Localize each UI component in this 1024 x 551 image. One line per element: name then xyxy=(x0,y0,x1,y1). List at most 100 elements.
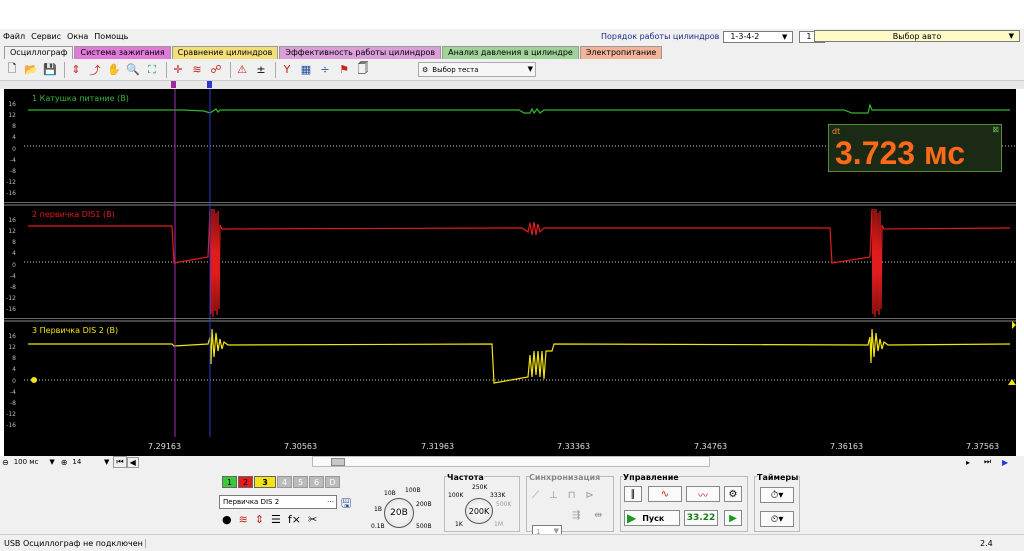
chevron-down-icon: ▼ xyxy=(1008,32,1014,40)
x-tick: 7.30563 xyxy=(284,442,318,451)
dt-value: 3.723 мс xyxy=(835,135,966,171)
prev-page-icon[interactable]: ◀ xyxy=(126,456,139,468)
math-function-icon[interactable]: f× xyxy=(288,513,301,526)
frequency-label: 1K xyxy=(455,521,463,528)
waves-icon[interactable]: ≋ xyxy=(189,62,205,78)
channel-button-6[interactable]: 6 xyxy=(309,476,324,488)
calibrate-icon[interactable]: ⚠ xyxy=(234,62,250,78)
auto-settings-icon[interactable]: ⚙ xyxy=(724,486,742,502)
y-tick: -16 xyxy=(6,306,16,313)
menu-service[interactable]: Сервис xyxy=(28,32,64,41)
x-tick: 7.34763 xyxy=(694,442,728,451)
hand-pan-icon[interactable]: ✋ xyxy=(106,62,122,78)
page-icon[interactable]: 🗍 xyxy=(355,62,371,78)
frequency-knob[interactable]: 200K xyxy=(465,498,493,524)
y-tick: 0 xyxy=(12,378,16,385)
menu-file[interactable]: Файл xyxy=(0,32,28,41)
voltage-label: 500В xyxy=(416,523,432,530)
cursor-cross-icon[interactable]: ✛ xyxy=(170,62,186,78)
car-select[interactable]: Выбор авто ▼ xyxy=(814,30,1020,42)
close-icon[interactable]: ⊠ xyxy=(992,125,999,134)
zoom-icon[interactable]: 🔍 xyxy=(125,62,141,78)
sync-shift-icon[interactable]: ⇹ xyxy=(594,510,602,521)
trigger-edit-icon[interactable]: ⤴ xyxy=(87,62,103,78)
pulse-icon[interactable]: ⊓ xyxy=(568,490,576,501)
play-icon: ▶ xyxy=(627,511,637,525)
cursor-b-marker[interactable] xyxy=(207,81,212,88)
first-page-icon[interactable]: ⏮ xyxy=(113,456,127,468)
channel-button-3[interactable]: 3 xyxy=(254,476,276,488)
frequency-label: 1M xyxy=(494,521,503,528)
channel-buttons: 123456D xyxy=(222,476,341,488)
save-icon[interactable]: 💾 xyxy=(42,62,58,78)
marker-icon[interactable]: ⚑ xyxy=(336,62,352,78)
y-tick: -4 xyxy=(10,273,16,280)
y-tick: -16 xyxy=(6,422,16,429)
x-tick: 7.37563 xyxy=(966,442,1000,451)
compare-icon[interactable]: ☍ xyxy=(208,62,224,78)
more-icon[interactable]: … xyxy=(327,496,334,504)
channel-name-field[interactable]: Первичка DIS 2 … xyxy=(219,495,337,509)
y-tick: -8 xyxy=(10,400,16,407)
falling-edge-icon[interactable]: ⊥ xyxy=(549,490,558,501)
menu-help[interactable]: Помощь xyxy=(91,32,131,41)
y-tick: -8 xyxy=(10,168,16,175)
y-tick: -4 xyxy=(10,389,16,396)
auto-sync-icon[interactable]: ⊳ xyxy=(586,490,594,501)
pause-icon[interactable]: ∥ xyxy=(624,486,642,502)
y-tick: 8 xyxy=(12,239,16,246)
tab-1[interactable]: Система зажигания xyxy=(74,46,171,59)
tab-0[interactable]: Осциллограф xyxy=(4,46,74,59)
start-button[interactable]: ▶ Пуск xyxy=(624,510,680,526)
channel-button-1[interactable]: 1 xyxy=(222,476,237,488)
cylinder-order-select[interactable]: 1-3-4-2 ▼ xyxy=(723,30,794,43)
next-page-icon[interactable]: ⏭ xyxy=(984,457,991,467)
invert-icon[interactable]: ⇕ xyxy=(255,513,264,526)
new-file-icon[interactable]: 🗋 xyxy=(4,62,20,78)
play-forward-icon[interactable]: ▶ xyxy=(1002,458,1008,467)
open-folder-icon[interactable]: 📂 xyxy=(23,62,39,78)
timer-stop-icon[interactable]: ⏲▾ xyxy=(760,511,794,527)
y-tick: 4 xyxy=(12,250,16,257)
cursor-a-marker[interactable] xyxy=(171,81,176,88)
divide-icon[interactable]: ÷ xyxy=(317,62,333,78)
voltage-knob[interactable]: 20В xyxy=(384,498,414,528)
filter-icon[interactable]: Y xyxy=(279,62,295,78)
tab-3[interactable]: Эффективность работы цилиндров xyxy=(279,46,442,59)
next-icon[interactable]: ▸ xyxy=(966,458,970,467)
channel-button-2[interactable]: 2 xyxy=(238,476,253,488)
zoom-area-icon[interactable]: ⛶ xyxy=(144,62,160,78)
timer-start-icon[interactable]: ⏱▾ xyxy=(760,487,794,503)
fit-vertical-icon[interactable]: ⇕ xyxy=(68,62,84,78)
sync-level-icon[interactable]: ⇶ xyxy=(572,510,580,521)
oscilloscope-display[interactable]: 1 Катушка питание (В) 2 первичка DIS1 (В… xyxy=(4,89,1016,457)
rising-edge-icon[interactable]: ⟋ xyxy=(532,490,539,501)
zoom-select[interactable]: 14 ▼ xyxy=(69,457,111,468)
chevron-down-icon: ▼ xyxy=(49,457,55,466)
timebase-select[interactable]: 100 мс ▼ xyxy=(11,457,57,468)
noise-filter-icon[interactable]: ≋ xyxy=(239,513,248,526)
channel-button-D[interactable]: D xyxy=(325,476,340,488)
horizontal-scrollbar[interactable] xyxy=(312,456,710,467)
menu-windows[interactable]: Окна xyxy=(64,32,91,41)
grid-icon[interactable]: ▦ xyxy=(298,62,314,78)
auto-start-icon[interactable]: ▶ xyxy=(724,510,742,526)
save-channel-icon[interactable]: 🖫 xyxy=(341,494,351,515)
tab-4[interactable]: Анализ давления в цилиндре xyxy=(442,46,579,59)
y-tick: 16 xyxy=(8,101,16,108)
tab-5[interactable]: Электропитание xyxy=(579,46,663,59)
y-tick: -12 xyxy=(6,295,16,302)
zero-level-icon[interactable]: ± xyxy=(253,62,269,78)
tab-2[interactable]: Сравнение цилиндров xyxy=(171,46,279,59)
probe-icon[interactable]: ● xyxy=(222,513,232,526)
single-wave-icon[interactable]: ∿ xyxy=(648,486,682,502)
rate-display: 33.22 xyxy=(684,510,718,526)
y-tick: 12 xyxy=(8,112,16,119)
tools-icon[interactable]: ✂ xyxy=(308,513,317,526)
test-select[interactable]: ⚙ Выбор теста ▼ xyxy=(418,62,536,77)
offset-icon[interactable]: ☰ xyxy=(271,513,281,526)
channel-button-5[interactable]: 5 xyxy=(293,476,308,488)
scroll-thumb[interactable] xyxy=(331,458,345,466)
multi-wave-icon[interactable]: 〰 xyxy=(686,486,720,502)
channel-button-4[interactable]: 4 xyxy=(277,476,292,488)
